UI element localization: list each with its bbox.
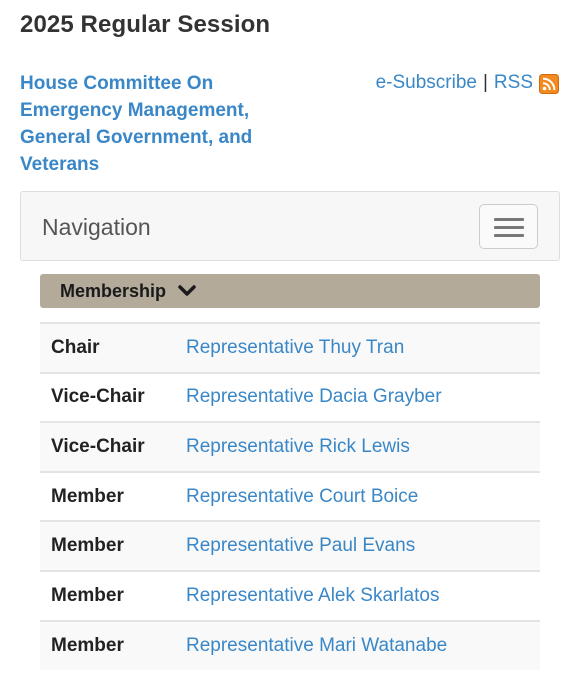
navigation-title: Navigation bbox=[42, 214, 151, 240]
rss-link[interactable]: RSS bbox=[494, 72, 533, 94]
subscribe-bar: e-Subscribe | RSS bbox=[376, 72, 559, 94]
member-row: Chair Representative Thuy Tran bbox=[40, 322, 540, 373]
membership-table: Chair Representative Thuy Tran Vice-Chair R… bbox=[40, 322, 540, 671]
member-row: Member Representative Court Boice bbox=[40, 470, 540, 522]
member-row: Vice-Chair Representative Dacia Grayber bbox=[40, 371, 540, 423]
hamburger-menu-icon bbox=[494, 218, 524, 221]
member-name-cell: Representative Paul Evans bbox=[186, 520, 540, 571]
member-role: Member bbox=[40, 619, 186, 671]
member-name-link[interactable]: Representative Rick Lewis bbox=[186, 436, 410, 457]
member-name-cell: Representative Alek Skarlatos bbox=[186, 569, 540, 621]
navigation-bar: Navigation bbox=[20, 191, 560, 261]
member-name-link[interactable]: Representative Thuy Tran bbox=[186, 337, 404, 358]
separator: | bbox=[482, 72, 488, 93]
member-row: Member Representative Paul Evans bbox=[40, 520, 540, 571]
member-name-cell: Representative Dacia Grayber bbox=[186, 371, 540, 423]
member-row: Member Representative Alek Skarlatos bbox=[40, 569, 540, 621]
member-name-cell: Representative Court Boice bbox=[186, 470, 540, 522]
hamburger-menu-icon bbox=[494, 234, 524, 237]
member-role: Member bbox=[40, 520, 186, 571]
member-role: Member bbox=[40, 470, 186, 522]
menu-toggle-button[interactable] bbox=[479, 204, 538, 249]
member-row: Member Representative Mari Watanabe bbox=[40, 619, 540, 671]
member-name-cell: Representative Mari Watanabe bbox=[186, 619, 540, 671]
hamburger-menu-icon bbox=[494, 226, 524, 229]
member-name-link[interactable]: Representative Paul Evans bbox=[186, 535, 415, 556]
member-row: Vice-Chair Representative Rick Lewis bbox=[40, 421, 540, 472]
e-subscribe-link[interactable]: e-Subscribe bbox=[376, 72, 477, 94]
member-role: Vice-Chair bbox=[40, 421, 186, 472]
chevron-down-icon bbox=[178, 285, 196, 296]
member-name-link[interactable]: Representative Dacia Grayber bbox=[186, 386, 442, 407]
member-name-link[interactable]: Representative Mari Watanabe bbox=[186, 635, 447, 656]
member-role: Member bbox=[40, 569, 186, 621]
member-name-link[interactable]: Representative Court Boice bbox=[186, 486, 418, 507]
rss-icon[interactable] bbox=[539, 74, 559, 94]
member-name-cell: Representative Rick Lewis bbox=[186, 421, 540, 472]
page-title: 2025 Regular Session bbox=[20, 11, 271, 38]
member-name-cell: Representative Thuy Tran bbox=[186, 322, 540, 373]
member-role: Vice-Chair bbox=[40, 371, 186, 423]
member-name-link[interactable]: Representative Alek Skarlatos bbox=[186, 585, 439, 606]
membership-label: Membership bbox=[60, 280, 167, 301]
committee-name-link[interactable]: House Committee On Emergency Management,… bbox=[20, 70, 280, 178]
member-role: Chair bbox=[40, 322, 186, 373]
membership-section-toggle[interactable]: Membership bbox=[40, 274, 540, 308]
